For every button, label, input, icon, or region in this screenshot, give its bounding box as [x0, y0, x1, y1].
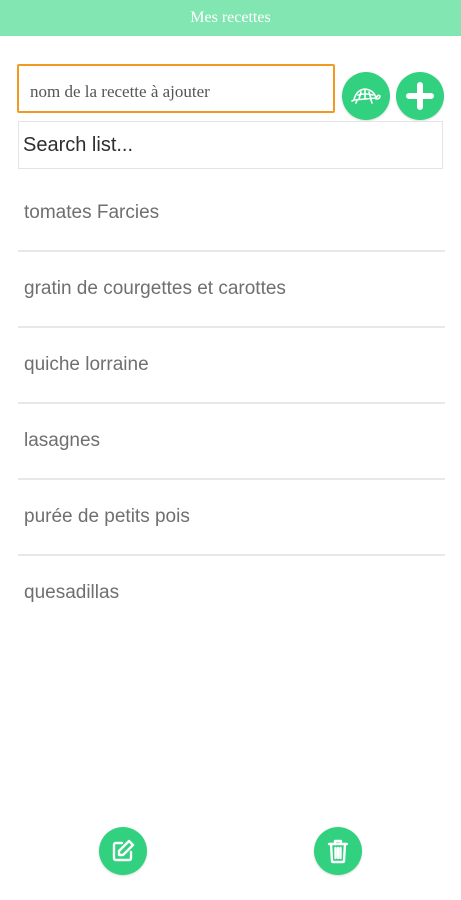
- title-bar: Mes recettes: [0, 0, 461, 36]
- edit-icon: [112, 839, 135, 862]
- list-item[interactable]: lasagnes: [18, 404, 445, 480]
- list-item[interactable]: gratin de courgettes et carottes: [18, 252, 445, 328]
- list-item[interactable]: quesadillas: [18, 556, 445, 630]
- turtle-icon: [351, 88, 381, 104]
- edit-button[interactable]: [99, 827, 147, 875]
- add-recipe-button[interactable]: [396, 72, 444, 120]
- app-title: Mes recettes: [190, 9, 271, 26]
- trash-icon: [327, 839, 349, 864]
- recipe-name-input[interactable]: [17, 64, 335, 113]
- delete-button[interactable]: [314, 827, 362, 875]
- plus-icon: [406, 82, 434, 110]
- search-input[interactable]: [18, 121, 443, 169]
- list-item[interactable]: purée de petits pois: [18, 480, 445, 556]
- turtle-button[interactable]: [342, 72, 390, 120]
- list-item[interactable]: quiche lorraine: [18, 328, 445, 404]
- list-item[interactable]: tomates Farcies: [18, 176, 445, 252]
- recipe-list: tomates Farcies gratin de courgettes et …: [18, 176, 445, 630]
